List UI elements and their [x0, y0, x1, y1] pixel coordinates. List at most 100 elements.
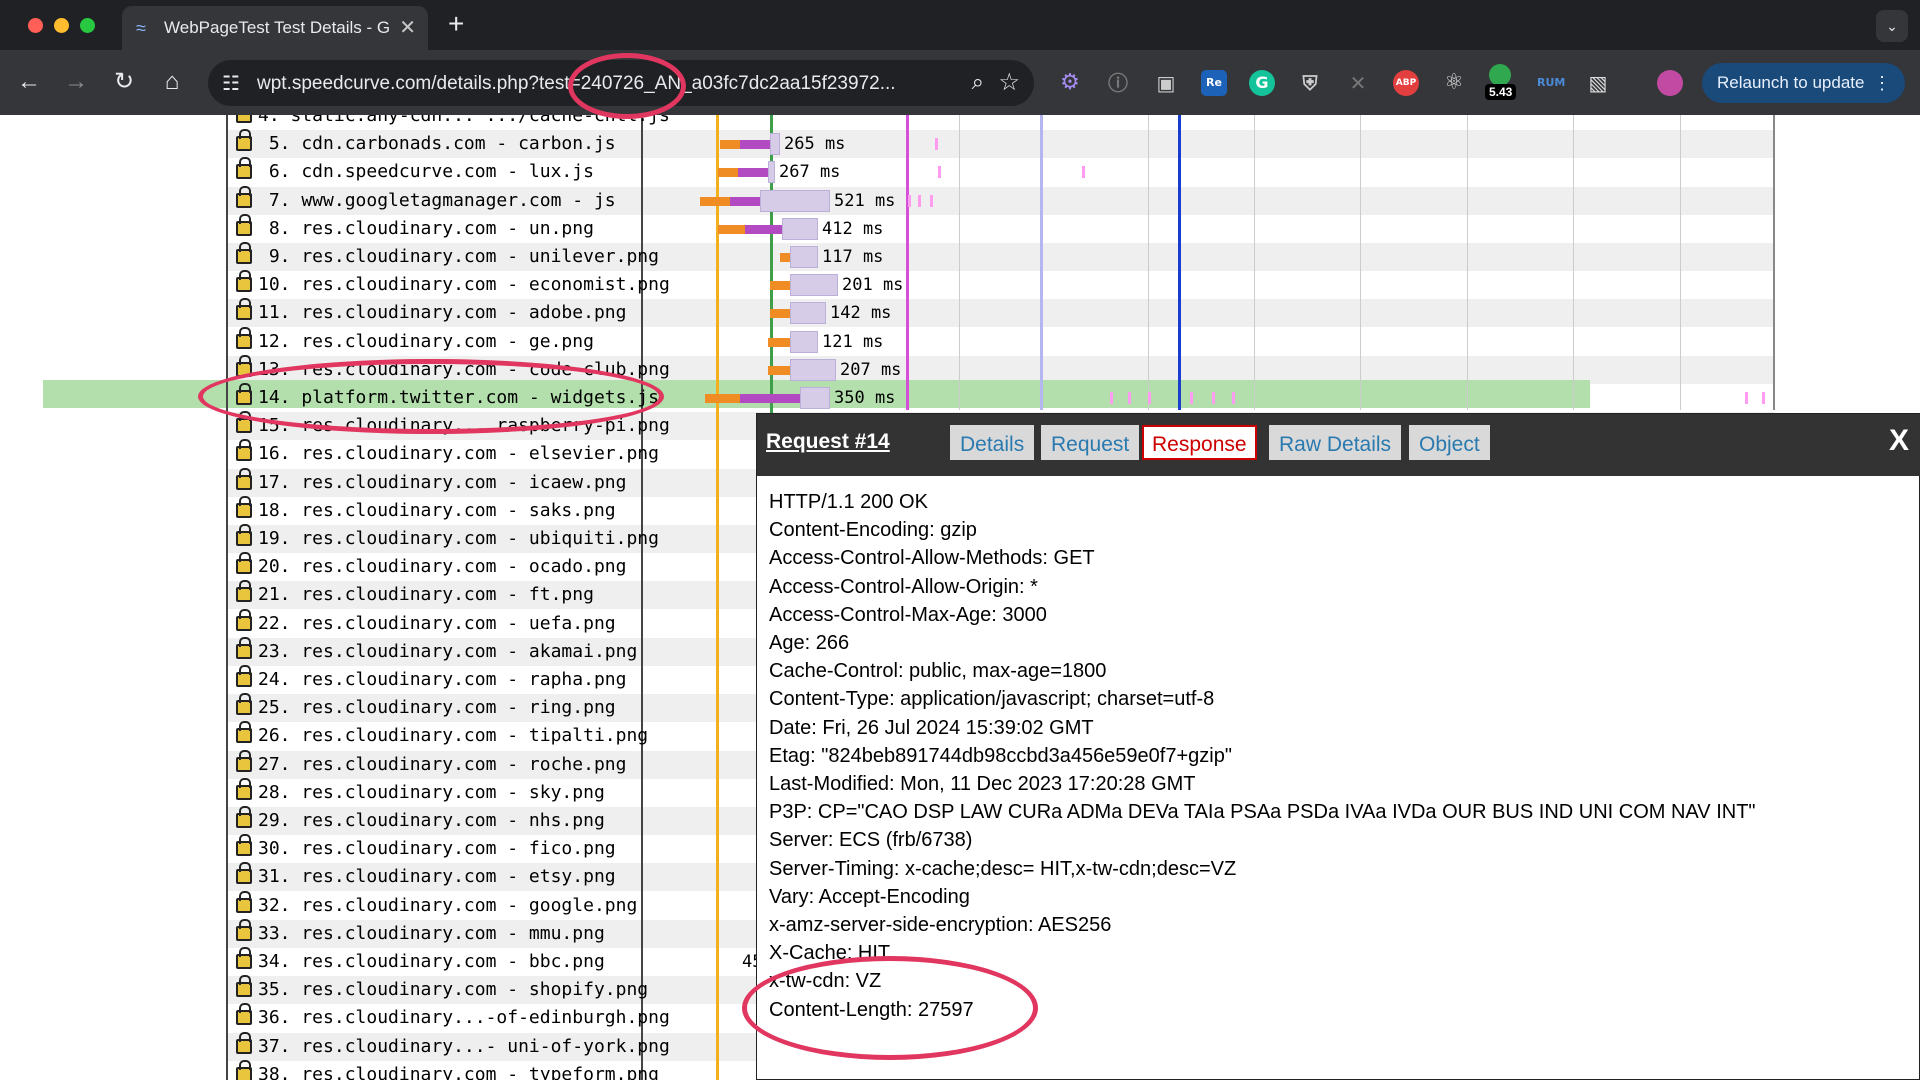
grid-line — [1254, 115, 1255, 410]
js-execution-tick — [1128, 392, 1131, 404]
request-row[interactable]: 32. res.cloudinary.com - google.png — [236, 890, 641, 920]
extensions-puzzle-icon[interactable]: ▧ — [1585, 70, 1611, 96]
browser-tab[interactable]: ≈ WebPageTest Test Details - G ✕ — [122, 6, 428, 50]
grid-line — [1467, 115, 1468, 410]
info-extension-icon[interactable]: ⓘ — [1105, 70, 1131, 96]
connect-bar — [780, 253, 790, 262]
tab-request[interactable]: Request — [1041, 425, 1140, 460]
close-popup-button[interactable]: X — [1889, 424, 1909, 458]
request-row[interactable]: 22. res.cloudinary.com - uefa.png — [236, 608, 641, 638]
request-label: 34. res.cloudinary.com - bbc.png — [258, 951, 605, 972]
request-row[interactable]: 23. res.cloudinary.com - akamai.png — [236, 636, 641, 666]
grammarly-extension-icon[interactable]: G — [1249, 70, 1275, 96]
request-row[interactable]: 25. res.cloudinary.com - ring.png — [236, 693, 641, 722]
bird-extension-icon[interactable]: ✕ — [1345, 70, 1371, 96]
response-header-line: Access-Control-Allow-Methods: GET — [769, 547, 1095, 570]
site-info-icon[interactable]: ☷ — [222, 71, 240, 96]
response-header-line: Access-Control-Allow-Origin: * — [769, 575, 1038, 598]
tab-response[interactable]: Response — [1142, 425, 1257, 460]
js-execution-tick — [938, 166, 941, 179]
connect-bar — [718, 168, 738, 178]
request-row[interactable]: 16. res.cloudinary.com - elsevier.png — [236, 439, 659, 468]
home-icon[interactable]: ⌂ — [156, 66, 188, 98]
request-row[interactable]: 18. res.cloudinary.com - saks.png — [236, 495, 641, 525]
lock-icon — [236, 157, 252, 180]
rum-extension-icon[interactable]: RUM — [1537, 70, 1565, 96]
request-row[interactable]: 17. res.cloudinary.com - icaew.png — [236, 467, 641, 497]
zoom-magnifier-icon[interactable]: ⌕ — [972, 69, 984, 95]
request-row[interactable]: 33. res.cloudinary.com - mmu.png — [236, 918, 641, 948]
response-header-line: Content-Type: application/javascript; ch… — [769, 688, 1215, 711]
lock-icon — [236, 975, 252, 998]
back-arrow-icon[interactable]: ← — [13, 66, 45, 98]
request-row[interactable]: 34. res.cloudinary.com - bbc.png — [236, 947, 641, 976]
tab-details[interactable]: Details — [950, 425, 1035, 460]
request-label: 9. res.cloudinary.com - unilever.png — [258, 246, 659, 267]
request-label: 20. res.cloudinary.com - ocado.png — [258, 556, 627, 578]
download-block — [790, 302, 826, 325]
connect-bar — [770, 281, 790, 291]
request-label: 33. res.cloudinary.com - mmu.png — [258, 922, 605, 944]
request-row[interactable]: 10. res.cloudinary.com - economist.png — [236, 270, 670, 299]
new-tab-button[interactable]: + — [448, 8, 464, 40]
request-row[interactable]: 8. res.cloudinary.com - un.png — [236, 213, 641, 243]
request-row[interactable]: 11. res.cloudinary.com - adobe.png — [236, 298, 641, 327]
request-label: 36. res.cloudinary...-of-edinburgh.png — [258, 1007, 670, 1029]
response-header-line: Server-Timing: x-cache;desc= HIT,x-tw-cd… — [769, 857, 1237, 880]
request-row[interactable]: 26. res.cloudinary.com - tipalti.png — [236, 721, 648, 750]
request-row[interactable]: 6. cdn.speedcurve.com - lux.js — [236, 157, 641, 186]
download-block — [790, 358, 836, 381]
request-label: 10. res.cloudinary.com - economist.png — [258, 274, 670, 296]
tab-search-chevron-down-icon[interactable]: ⌄ — [1876, 10, 1908, 42]
tab-raw-details[interactable]: Raw Details — [1269, 425, 1402, 460]
request-row[interactable]: 31. res.cloudinary.com - etsy.png — [236, 862, 641, 891]
request-duration: 201 ms — [842, 275, 904, 296]
request-row[interactable]: 30. res.cloudinary.com - fico.png — [236, 834, 641, 863]
request-row[interactable]: 9. res.cloudinary.com - unilever.png — [236, 242, 659, 271]
lock-icon — [236, 721, 252, 744]
puzzle-gear-extension-icon[interactable]: ⚙ — [1057, 70, 1083, 96]
request-row[interactable]: 27. res.cloudinary.com - roche.png — [236, 749, 641, 779]
request-row[interactable]: 36. res.cloudinary...-of-edinburgh.png — [236, 1003, 670, 1032]
request-row[interactable]: 12. res.cloudinary.com - ge.png — [236, 326, 641, 356]
grid-line — [1573, 115, 1574, 410]
maximize-window-button[interactable] — [80, 18, 95, 33]
relaunch-to-update-button[interactable]: Relaunch to update ⋮ — [1702, 63, 1905, 103]
close-tab-icon[interactable]: ✕ — [399, 15, 416, 40]
tab-object[interactable]: Object — [1409, 425, 1490, 460]
camera-extension-icon[interactable]: ▣ — [1153, 70, 1179, 96]
ssl-bar — [738, 168, 768, 178]
more-menu-icon[interactable]: ⋮ — [1873, 63, 1891, 103]
request-row[interactable]: 37. res.cloudinary...- uni-of-york.png — [236, 1031, 670, 1061]
request-row[interactable]: 20. res.cloudinary.com - ocado.png — [236, 552, 641, 581]
request-row[interactable]: 7. www.googletagmanager.com - js — [236, 185, 641, 215]
download-block — [770, 133, 780, 156]
reload-icon[interactable]: ↻ — [108, 66, 140, 98]
lock-icon — [236, 1031, 252, 1054]
request-row[interactable]: 19. res.cloudinary.com - ubiquiti.png — [236, 524, 659, 553]
request-row[interactable]: 4. static.any-cdn... .../cache-cntl.js — [236, 115, 670, 130]
request-row[interactable]: 24. res.cloudinary.com - rapha.png — [236, 665, 641, 694]
react-devtools-extension-icon[interactable]: ⚛ — [1441, 70, 1467, 96]
request-row[interactable]: 5. cdn.carbonads.com - carbon.js — [236, 129, 641, 158]
lock-icon — [236, 524, 252, 546]
adblock-plus-extension-icon[interactable]: ABP — [1393, 70, 1419, 96]
lighthouse-extension-icon[interactable] — [1489, 64, 1511, 86]
request-label: 24. res.cloudinary.com - rapha.png — [258, 669, 627, 690]
request-row[interactable]: 29. res.cloudinary.com - nhs.png — [236, 806, 641, 835]
close-window-button[interactable] — [28, 18, 43, 33]
re-extension-icon[interactable]: Re — [1201, 70, 1227, 96]
profile-avatar[interactable] — [1657, 70, 1683, 96]
request-row[interactable]: 28. res.cloudinary.com - sky.png — [236, 777, 641, 807]
request-row[interactable]: 38. res.cloudinary.com - typeform.png — [236, 1059, 659, 1080]
request-duration: 350 ms — [834, 388, 896, 408]
lock-icon — [236, 326, 252, 349]
bookmark-star-icon[interactable]: ☆ — [998, 68, 1020, 97]
forward-arrow-icon[interactable]: → — [60, 66, 92, 98]
request-row[interactable]: 21. res.cloudinary.com - ft.png — [236, 580, 641, 609]
tab-title: WebPageTest Test Details - G — [164, 18, 391, 37]
shield-extension-icon[interactable]: ⛨ — [1297, 70, 1323, 96]
request-row[interactable]: 35. res.cloudinary.com - shopify.png — [236, 975, 648, 1004]
minimize-window-button[interactable] — [54, 18, 69, 33]
request-label: 30. res.cloudinary.com - fico.png — [258, 838, 616, 860]
